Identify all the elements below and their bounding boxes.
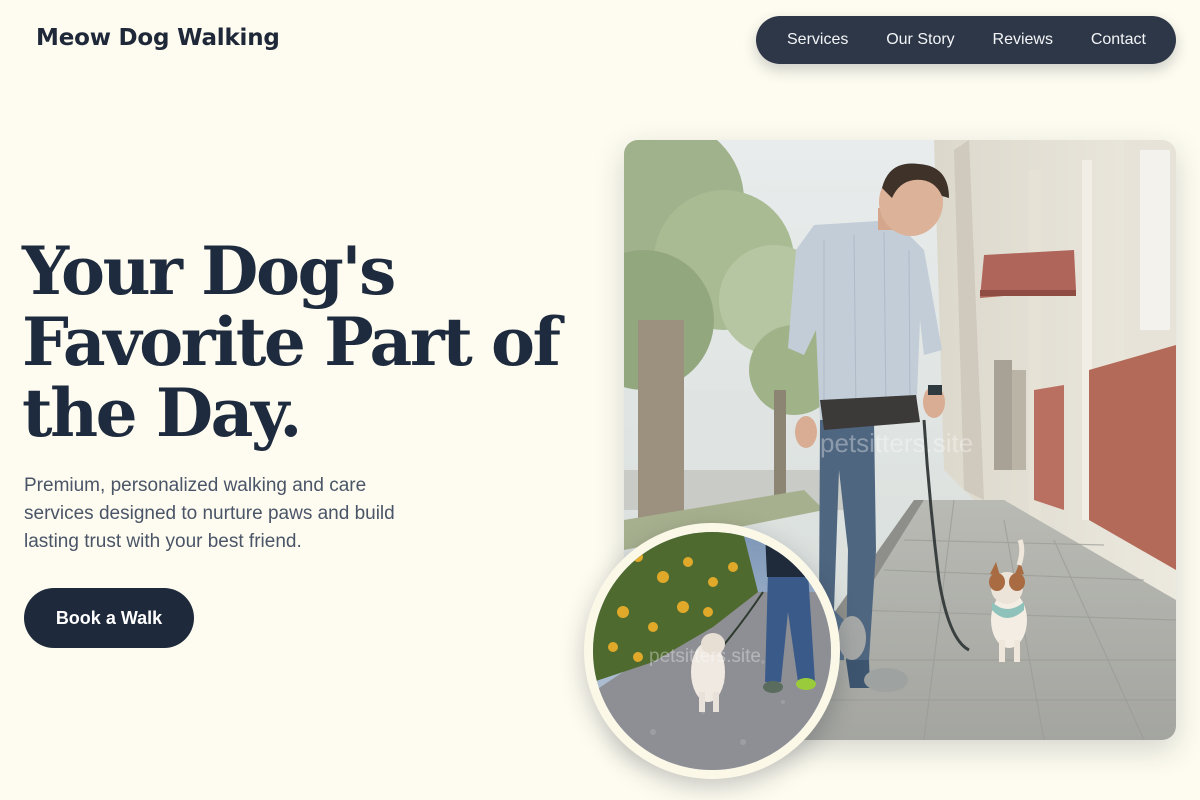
nav-link-our-story[interactable]: Our Story	[886, 31, 954, 49]
inset-photo-dog-walk: petsitters.site	[584, 523, 840, 779]
book-walk-button[interactable]: Book a Walk	[24, 588, 194, 648]
subtitle-line-3: lasting trust with your best friend.	[24, 531, 302, 552]
subtitle-line-2: services designed to nurture paws and bu…	[24, 503, 395, 524]
brand-logo-text[interactable]: Meow Dog Walking	[36, 25, 280, 51]
nav-link-services[interactable]: Services	[787, 31, 848, 49]
headline-line-2: Favorite Part of	[22, 303, 561, 381]
main-nav: Services Our Story Reviews Contact	[756, 16, 1176, 64]
hero-subtitle: Premium, personalized walking and care s…	[24, 472, 464, 556]
subtitle-line-1: Premium, personalized walking and care	[24, 475, 367, 496]
headline-line-1: Your Dog's	[22, 232, 396, 310]
nav-link-contact[interactable]: Contact	[1091, 31, 1146, 49]
headline-line-3: the Day.	[22, 374, 302, 452]
nav-link-reviews[interactable]: Reviews	[993, 31, 1053, 49]
hero-headline: Your Dog's Favorite Part of the Day.	[22, 236, 582, 449]
